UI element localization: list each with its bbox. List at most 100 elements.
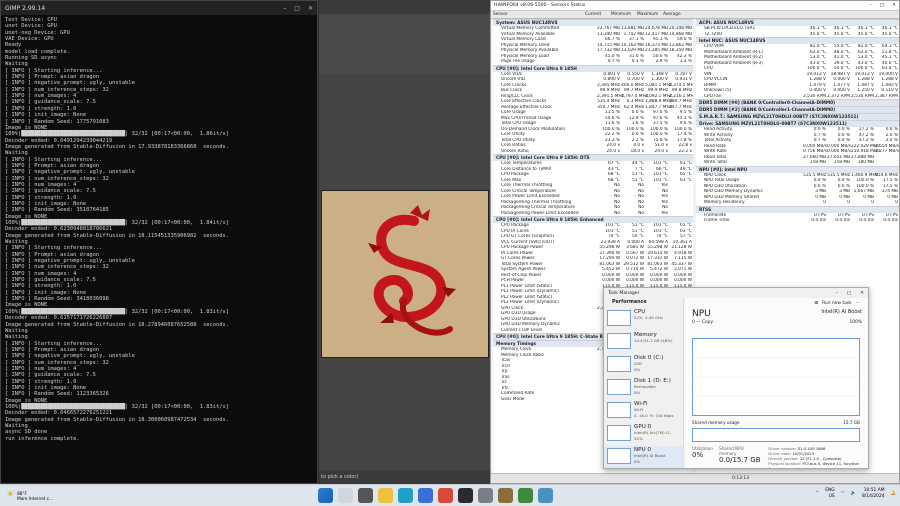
sensor-value: 2.9 % — [655, 59, 668, 64]
perf-item-memory[interactable]: Memory 14.4/31.2 GB (46%) — [604, 331, 683, 354]
terminal-icon[interactable] — [458, 488, 473, 503]
clock-date: 8/14/2024 — [862, 493, 885, 499]
col-minimum[interactable]: Minimum — [609, 11, 635, 18]
perf-item-disk-1-d-e[interactable]: Disk 1 (D: E:) Removable 0% — [604, 377, 683, 400]
minimize-icon[interactable]: – — [836, 291, 838, 296]
npu-engine-label: 0 — Copy — [692, 320, 714, 325]
file-explorer-icon[interactable] — [378, 488, 393, 503]
col-average[interactable]: Average — [661, 11, 687, 18]
sensor-group-header[interactable]: Drive: SAMSUNG MZVL21T0HDLU-00BT7 (S7C3N… — [696, 120, 899, 127]
perf-item-cpu[interactable]: CPU 22% 4.40 GHz — [604, 308, 683, 331]
close-icon[interactable]: ✕ — [892, 3, 896, 8]
hwinfo-titlebar[interactable]: HWiNFO64 v8.06-5500 - Sensors Status – □ ✕ — [491, 1, 899, 11]
sensor-name: Page File Usage — [501, 59, 535, 64]
gimp-icon[interactable] — [498, 488, 513, 503]
gimp-window[interactable]: to pick a color) — [318, 0, 490, 484]
sensor-row[interactable]: Page File Usage 0.7 % 0.1 % 2.9 % 1.3 % — [493, 59, 693, 65]
minimize-icon[interactable]: – — [870, 3, 872, 8]
close-icon[interactable]: ✕ — [308, 5, 313, 12]
sensor-group-header[interactable]: DDR5 DIMM [#0] (BANK 0/Controller0-Chann… — [696, 99, 899, 106]
more-options-icon[interactable]: ⋯ — [856, 301, 860, 306]
clock[interactable]: 10:51 AM 8/14/2024 — [862, 488, 885, 499]
npu-usage-graph — [692, 338, 860, 416]
show-hidden-icons-icon[interactable]: ⌃ — [816, 491, 820, 497]
sensor-group-header[interactable]: ACPI: ASUS NUC14RVS — [696, 19, 899, 26]
store-icon[interactable] — [418, 488, 433, 503]
perf-thumbnail-graph — [607, 425, 631, 441]
sensor-row[interactable]: Write Total 158 MB 158 MB 180 MB — [696, 160, 899, 166]
sensor-name: TZ.TZ00 — [704, 31, 722, 37]
task-manager-window[interactable]: Task Manager – □ ✕ Performance CPU 22% 4.40… — [603, 287, 869, 469]
gimp-menubar[interactable] — [319, 0, 490, 14]
wifi-icon[interactable]: ◠ — [841, 491, 845, 497]
minimize-icon[interactable]: – — [283, 5, 286, 12]
sensor-value: 45.0 °C — [881, 31, 898, 37]
start-icon[interactable] — [318, 488, 333, 503]
search-icon[interactable] — [338, 488, 353, 503]
sensor-group-header[interactable]: System: ASUS NUC14RVS — [493, 19, 693, 26]
taskbar-apps — [318, 488, 553, 503]
perf-item-detail: SSD 0% — [634, 361, 642, 372]
sensor-name: Gear Mode — [501, 396, 525, 402]
task-manager-icon[interactable] — [538, 488, 553, 503]
gimp-toolbar[interactable] — [319, 14, 490, 74]
console-window[interactable]: GIMP 2.99.14 – □ ✕ Text Device: CPU unet De… — [0, 0, 318, 484]
col-maximum[interactable]: Maximum — [635, 11, 661, 18]
close-icon[interactable]: ✕ — [860, 291, 864, 296]
sensor-group-header[interactable]: CPU [#0]: Intel Core Ultra 9 185H: DTS — [493, 154, 693, 161]
sensor-value: 1.3 % — [679, 59, 692, 64]
run-task-icon[interactable]: ⊞ — [814, 301, 818, 306]
task-manager-titlebar[interactable]: Task Manager – □ ✕ — [604, 288, 868, 298]
col-sensor[interactable]: Sensor — [491, 11, 583, 18]
sensor-row[interactable]: CPU Fan 2,530 RPM 2,372 RPM 2,530 RPM 2,387 … — [696, 94, 899, 100]
shared-npu-memory-label: Shared NPU memory — [718, 446, 744, 456]
task-view-icon[interactable] — [358, 488, 373, 503]
maximize-icon[interactable]: □ — [880, 3, 884, 8]
sensor-group-header[interactable]: CPU [#0]: Intel Core Ultra 9 185H — [493, 64, 693, 72]
physical-location-label: Physical location: — [768, 461, 802, 466]
sensor-value — [669, 211, 693, 217]
perf-item-gpu-0[interactable]: GPU 0 Intel(R) Arc(TM) G... 52% — [604, 423, 683, 446]
chrome-icon[interactable] — [438, 488, 453, 503]
sensor-value — [875, 160, 899, 166]
weather-desc: More Internet c... — [17, 495, 54, 501]
console-output: Text Device: CPU unet Device: GPU unet-neg… — [1, 15, 317, 483]
perf-item-detail: Removable 0% — [634, 384, 656, 395]
sensor-row[interactable]: Memory Residency 0 0 0 0 — [696, 200, 899, 206]
hwinfo-icon[interactable] — [518, 488, 533, 503]
perf-item-npu-0[interactable]: NPU 0 Intel(R) AI Boost 0% — [604, 446, 683, 468]
sensor-group-header[interactable]: CPU [#0]: Intel Core Ultra 9 185H: Enhan… — [493, 216, 693, 223]
hwinfo-footer[interactable]: 0:13:13 — [491, 473, 899, 483]
sensor-row[interactable]: Package/Ring Power Limit Exceeded No No Yes — [493, 211, 693, 217]
sensor-value: 24.0 x — [654, 148, 668, 154]
utilization-value: 0% — [692, 451, 704, 459]
perf-item-disk-0-c[interactable]: Disk 0 (C:) SSD 0% — [604, 354, 683, 377]
language-indicator[interactable]: ENG US — [825, 488, 834, 499]
edge-icon[interactable] — [398, 488, 413, 503]
sensor-group-header[interactable]: Intel NUC: ASUS NUC14RVS — [696, 37, 899, 44]
sensor-group-header[interactable]: DDR5 DIMM [#2] (BANK 0/Controller1-Chann… — [696, 106, 899, 113]
sensor-row[interactable]: TZ.TZ00 45.0 °C 45.0 °C 45.0 °C 45.0 °C — [696, 32, 899, 38]
sensor-value: 2,372 RPM — [827, 93, 850, 99]
maximize-icon[interactable]: □ — [294, 5, 300, 12]
hwinfo-timer: 0:13:13 — [732, 476, 749, 481]
npu-detail-panel: ⊞ Run new task ⋯ NPU Intel(R) AI Boost 0… — [686, 298, 868, 468]
weather-widget[interactable]: ☀ 88°F More Internet c... — [0, 491, 80, 501]
console-titlebar[interactable]: GIMP 2.99.14 – □ ✕ — [1, 1, 317, 15]
sensor-group-header[interactable]: S.M.A.R.T.: SAMSUNG MZVL21T0HDLU-00BT7 (… — [696, 113, 899, 120]
hwinfo-title: HWiNFO64 v8.06-5500 - Sensors Status — [494, 3, 586, 8]
run-task-button[interactable]: Run new task — [822, 301, 852, 306]
sensor-group-header[interactable]: RTSS — [696, 205, 899, 213]
perf-item-detail: 14.4/31.2 GB (46%) — [634, 338, 673, 344]
col-current[interactable]: Current — [583, 11, 609, 18]
maximize-icon[interactable]: □ — [847, 291, 851, 296]
settings-icon[interactable] — [478, 488, 493, 503]
sensor-group-header[interactable]: NPU [#0]: Intel NPU — [696, 165, 899, 173]
sensor-row[interactable]: Frame Time 0.0 ms 0.0 ms 0.0 ms 0.0 ms — [696, 218, 899, 224]
volume-icon[interactable]: 🔈 — [851, 491, 856, 497]
gimp-image-canvas[interactable] — [321, 190, 489, 358]
weather-icon: ☀ — [6, 490, 15, 500]
notification-icon[interactable]: 🔔 — [891, 491, 896, 497]
perf-item-wi-fi[interactable]: Wi-Fi Wi-Fi S: 16.0 R: 744 Kbps — [604, 400, 683, 423]
sensor-row[interactable]: Uncore Ratio 24.0 x 18.0 x 24.0 x 22.2 x — [493, 149, 693, 155]
